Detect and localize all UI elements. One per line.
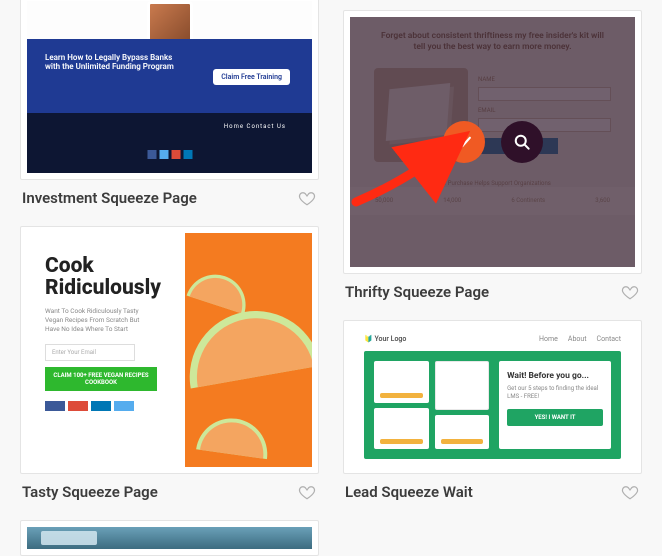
hero-image xyxy=(185,233,313,467)
wireframe-mockups xyxy=(374,361,489,449)
tasty-sub: Want To Cook Ridiculously Tasty Vegan Re… xyxy=(45,307,155,334)
cta-panel: Wait! Before you go... Get our 5 steps t… xyxy=(499,361,611,449)
favorite-button[interactable] xyxy=(620,482,640,502)
social-icons xyxy=(147,150,192,159)
tasty-heading: CookRidiculously xyxy=(45,255,173,299)
template-card-tasty[interactable]: CookRidiculously Want To Cook Ridiculous… xyxy=(20,226,319,502)
hover-overlay xyxy=(350,17,635,267)
template-title: Tasty Squeeze Page xyxy=(22,483,158,501)
logo-text: 🔰 Your Logo xyxy=(364,335,406,343)
favorite-button[interactable] xyxy=(297,188,317,208)
select-template-button[interactable] xyxy=(443,121,485,163)
template-title: Thrifty Squeeze Page xyxy=(345,283,489,301)
favorite-button[interactable] xyxy=(620,282,640,302)
favorite-button[interactable] xyxy=(297,482,317,502)
template-title: Lead Squeeze Wait xyxy=(345,483,473,501)
heart-icon xyxy=(621,483,639,501)
heart-icon xyxy=(298,483,316,501)
nav-menu: Home About Contact xyxy=(539,335,621,343)
heart-icon xyxy=(298,189,316,207)
magnifier-icon xyxy=(512,132,532,152)
claim-button: CLAIM 100+ FREE VEGAN RECIPES COOKBOOK xyxy=(45,367,157,391)
template-card-lead[interactable]: 🔰 Your Logo Home About Contact Wait! Bef… xyxy=(343,320,642,502)
preview-template-button[interactable] xyxy=(501,121,543,163)
template-card-investment[interactable]: Learn How to Legally Bypass Banks with t… xyxy=(20,0,319,208)
template-card-partial[interactable] xyxy=(20,520,319,556)
footer-menu: Home Contact Us xyxy=(224,123,286,130)
heart-icon xyxy=(621,283,639,301)
template-title: Investment Squeeze Page xyxy=(22,189,197,207)
template-card-thrifty[interactable]: Forget about consistent thriftiness my f… xyxy=(343,10,642,302)
social-icons xyxy=(45,401,173,411)
cta-button: Claim Free Training xyxy=(213,69,290,85)
email-field: Enter Your Email xyxy=(45,344,135,361)
check-icon xyxy=(454,132,474,152)
